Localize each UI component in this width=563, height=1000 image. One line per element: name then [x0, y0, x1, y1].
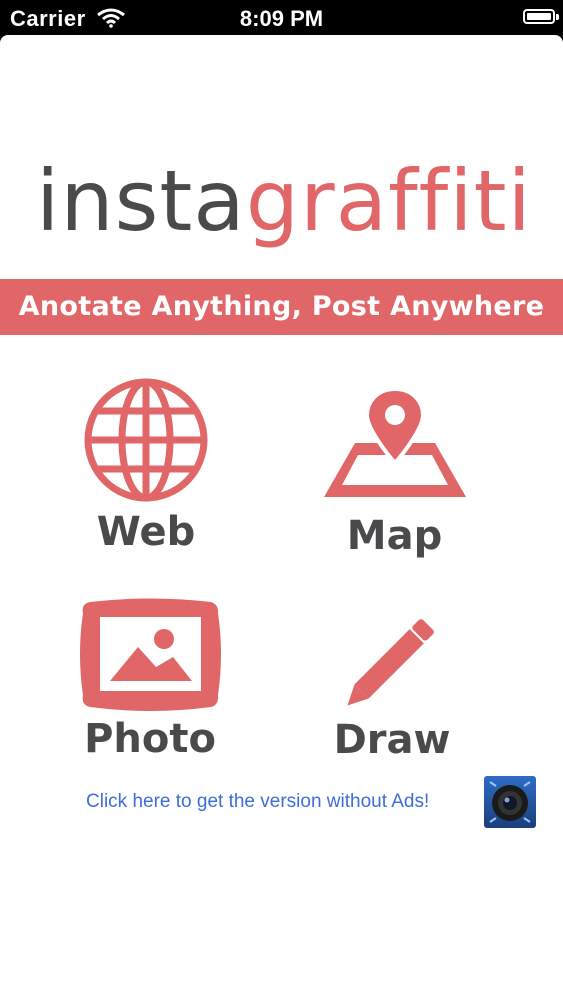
globe-icon — [84, 378, 208, 502]
draw-button[interactable]: Draw — [312, 611, 472, 763]
clock: 8:09 PM — [239, 6, 324, 31]
tagline-banner: Anotate Anything, Post Anywhere — [0, 279, 563, 335]
remove-ads-link[interactable]: Click here to get the version without Ad… — [86, 791, 429, 813]
pencil-icon — [347, 619, 434, 706]
camera-lens-icon — [489, 781, 531, 823]
camera-app-icon[interactable] — [484, 776, 536, 828]
map-pin-icon — [323, 386, 466, 497]
logo-part-insta: insta — [36, 152, 246, 250]
draw-label: Draw — [333, 717, 451, 763]
battery-icon — [523, 9, 559, 24]
web-label: Web — [96, 509, 196, 555]
app-logo: instagraffiti — [36, 159, 532, 243]
web-button[interactable]: Web — [66, 375, 226, 555]
tagline-text: Anotate Anything, Post Anywhere — [18, 291, 545, 322]
photo-button[interactable]: Photo — [70, 597, 230, 762]
main-screen: instagraffiti Anotate Anything, Post Any… — [0, 35, 563, 1000]
map-button[interactable]: Map — [312, 385, 477, 559]
photo-label: Photo — [84, 716, 216, 762]
map-label: Map — [346, 513, 443, 559]
picture-frame-icon — [79, 598, 221, 711]
logo-part-graffiti: graffiti — [245, 152, 532, 250]
status-bar: Carrier 8:09 PM — [0, 0, 563, 35]
